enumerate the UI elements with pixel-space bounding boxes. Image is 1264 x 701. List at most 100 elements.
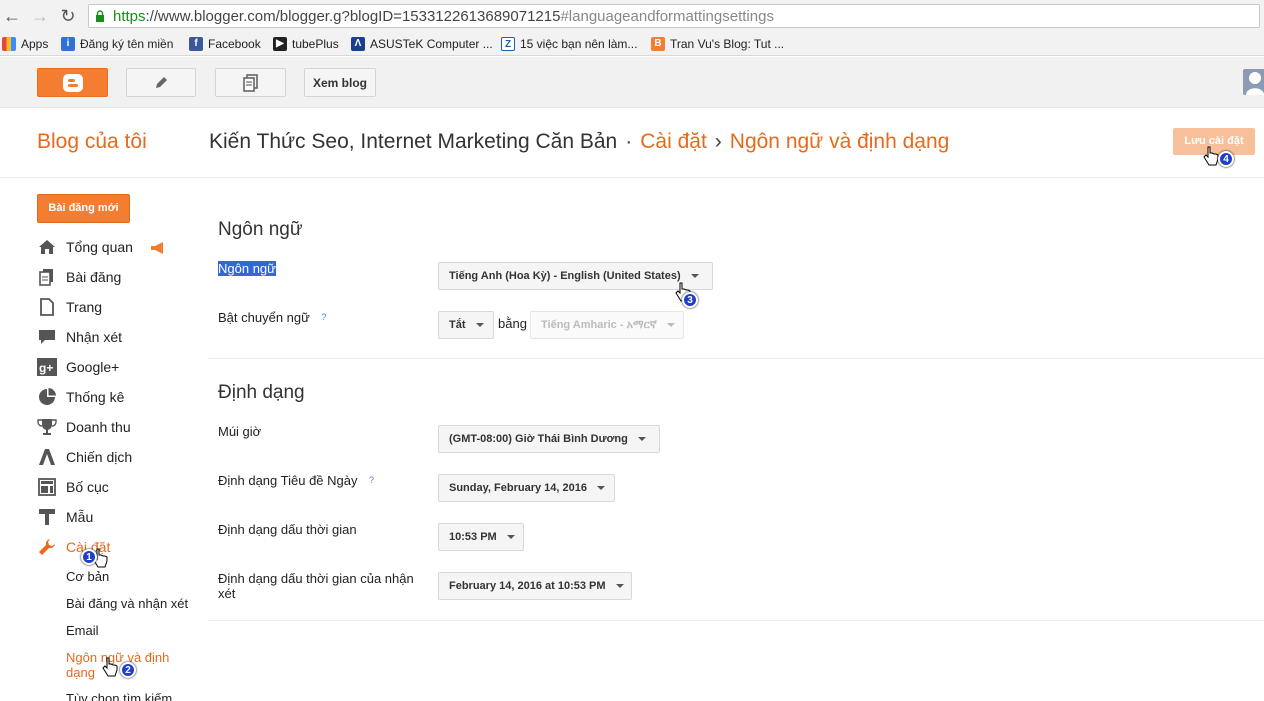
sidebar-item-label: Bài đăng: [66, 269, 122, 285]
asus-icon: Λ: [351, 37, 365, 51]
address-bar[interactable]: https://www.blogger.com/blogger.g?blogID…: [88, 4, 1260, 28]
bookmark-domain[interactable]: i Đăng ký tên miền: [61, 35, 173, 53]
sidebar-item-label: Google+: [66, 359, 120, 375]
sidebar-item-template[interactable]: Mẫu: [37, 506, 93, 528]
blogger-home-button[interactable]: [37, 68, 108, 97]
breadcrumb-settings[interactable]: Cài đặt: [640, 130, 707, 153]
sidebar-item-label: Trang: [66, 299, 103, 315]
date-header-format-select[interactable]: Sunday, February 14, 2016: [438, 474, 615, 502]
chevron-down-icon: [637, 437, 646, 441]
date-header-format-label-text: Định dạng Tiêu đề Ngày: [218, 473, 358, 488]
breadcrumb-separator: ·: [625, 130, 633, 153]
url-text: https://www.blogger.com/blogger.g?blogID…: [113, 8, 774, 25]
timezone-select-value: (GMT-08:00) Giờ Thái Bình Dương: [449, 433, 628, 445]
stats-icon: [37, 388, 57, 406]
sidebar-item-earnings[interactable]: Doanh thu: [37, 416, 131, 438]
comment-timestamp-format-value: February 14, 2016 at 10:53 PM: [449, 580, 606, 592]
step-marker-2: 2: [120, 662, 136, 678]
bookmark-label: ASUSTeK Computer ...: [370, 37, 493, 51]
tubeplus-icon: ▶: [273, 37, 287, 51]
sidebar-subitem-email[interactable]: Email: [66, 623, 99, 638]
bookmark-15-viec[interactable]: Z 15 việc bạn nên làm...: [501, 35, 637, 53]
bookmark-label: Facebook: [208, 37, 261, 51]
comment-timestamp-format-select[interactable]: February 14, 2016 at 10:53 PM: [438, 572, 632, 600]
reload-icon[interactable]: ↻: [58, 6, 78, 26]
timestamp-format-label: Định dạng dấu thời gian: [218, 522, 357, 537]
sidebar-item-label: Mẫu: [66, 509, 94, 525]
formatting-section-title: Định dạng: [218, 382, 305, 403]
chevron-down-icon: [506, 535, 515, 539]
new-post-button[interactable]: Bài đăng mới: [37, 194, 130, 223]
chevron-down-icon: [615, 584, 624, 588]
bookmark-tubeplus[interactable]: ▶ tubePlus: [273, 35, 339, 53]
transliteration-language-select[interactable]: Tiếng Amharic - አማርኛ: [530, 311, 684, 339]
new-post-pencil-button[interactable]: [126, 68, 196, 97]
sidebar-subitem-search-preferences[interactable]: Tùy chọn tìm kiếm: [66, 691, 172, 701]
breadcrumb: Kiến Thức Seo, Internet Marketing Căn Bả…: [209, 130, 949, 154]
sidebar-item-pages[interactable]: Trang: [37, 296, 102, 318]
transliteration-label-text: Bật chuyển ngữ: [218, 310, 310, 325]
bookmark-apps[interactable]: Apps: [2, 35, 48, 53]
help-icon[interactable]: ?: [365, 474, 377, 486]
timezone-select[interactable]: (GMT-08:00) Giờ Thái Bình Dương: [438, 425, 660, 453]
sidebar-subitem-basic[interactable]: Cơ bản: [66, 569, 109, 584]
sidebar-item-campaigns[interactable]: Chiến dịch: [37, 446, 132, 468]
step-marker-4: 4: [1218, 151, 1234, 167]
megaphone-icon: [151, 242, 163, 254]
transliteration-language-value: Tiếng Amharic - አማርኛ: [541, 318, 657, 331]
url-main: ://www.blogger.com/blogger.g?blogID=1533…: [145, 8, 561, 25]
breadcrumb-separator: ›: [714, 130, 722, 153]
avatar[interactable]: [1243, 69, 1264, 95]
posts-list-button[interactable]: [215, 68, 286, 97]
apps-grid-icon: [2, 37, 16, 51]
bookmark-facebook[interactable]: f Facebook: [189, 35, 261, 53]
adwords-icon: [37, 448, 57, 466]
forward-arrow-icon[interactable]: →: [30, 6, 50, 26]
sidebar-item-stats[interactable]: Thống kê: [37, 386, 124, 408]
sidebar-item-label: Chiến dịch: [66, 449, 133, 465]
help-icon[interactable]: ?: [318, 311, 330, 323]
chevron-down-icon: [596, 486, 605, 490]
back-arrow-icon[interactable]: ←: [2, 6, 22, 26]
sidebar-item-posts[interactable]: Bài đăng: [37, 266, 121, 288]
sidebar-item-comments[interactable]: Nhận xét: [37, 326, 122, 348]
step-marker-1: 1: [81, 549, 97, 565]
view-blog-button[interactable]: Xem blog: [304, 68, 376, 97]
bookmark-label: 15 việc bạn nên làm...: [520, 37, 638, 51]
lock-icon: [96, 10, 104, 22]
page-title: Ngôn ngữ và định dạng: [729, 130, 950, 153]
comment-icon: [37, 328, 57, 346]
pencil-icon: [156, 76, 167, 88]
sidebar-item-label: Nhận xét: [66, 329, 123, 345]
facebook-icon: f: [189, 37, 203, 51]
step-marker-3: 3: [682, 292, 698, 308]
section-divider: [208, 358, 1264, 359]
transliteration-toggle-select[interactable]: Tắt: [438, 311, 494, 339]
bookmark-label: Tran Vu's Blog: Tut ...: [670, 37, 785, 51]
date-header-format-value: Sunday, February 14, 2016: [449, 482, 587, 494]
sidebar-item-overview[interactable]: Tổng quan: [37, 236, 133, 258]
timestamp-format-select[interactable]: 10:53 PM: [438, 523, 524, 551]
sidebar-item-layout[interactable]: Bố cục: [37, 476, 109, 498]
my-blog-link[interactable]: Blog của tôi: [37, 130, 147, 154]
breadcrumb-blog-name[interactable]: Kiến Thức Seo, Internet Marketing Căn Bả…: [209, 130, 617, 153]
language-section-title: Ngôn ngữ: [218, 219, 303, 240]
blogger-topbar: Xem blog: [0, 57, 1264, 108]
user-silhouette-icon: [1246, 72, 1264, 95]
hand-cursor-icon: [102, 657, 118, 677]
comment-timestamp-format-label: Định dạng dấu thời gian của nhận xét: [218, 571, 414, 601]
sidebar-item-google-plus[interactable]: g+ Google+: [37, 356, 119, 378]
language-select[interactable]: Tiếng Anh (Hoa Kỳ) - English (United Sta…: [438, 262, 713, 290]
google-plus-icon: g+: [37, 358, 57, 376]
language-select-value: Tiếng Anh (Hoa Kỳ) - English (United Sta…: [449, 270, 681, 282]
bookmark-asus[interactable]: Λ ASUSTeK Computer ...: [351, 35, 493, 53]
url-hash: #languageandformattingsettings: [560, 8, 774, 25]
bookmarks-bar: Apps i Đăng ký tên miền f Facebook ▶ tubePl…: [0, 32, 1264, 56]
bookmark-tranvu[interactable]: B Tran Vu's Blog: Tut ...: [651, 35, 784, 53]
hand-cursor-icon: [1203, 146, 1219, 166]
bookmark-label: Đăng ký tên miền: [80, 37, 174, 51]
wrench-icon: [37, 538, 57, 556]
page-icon: [37, 298, 57, 316]
sidebar-subitem-posts-comments[interactable]: Bài đăng và nhận xét: [66, 596, 188, 611]
by-label: bằng: [498, 316, 527, 331]
